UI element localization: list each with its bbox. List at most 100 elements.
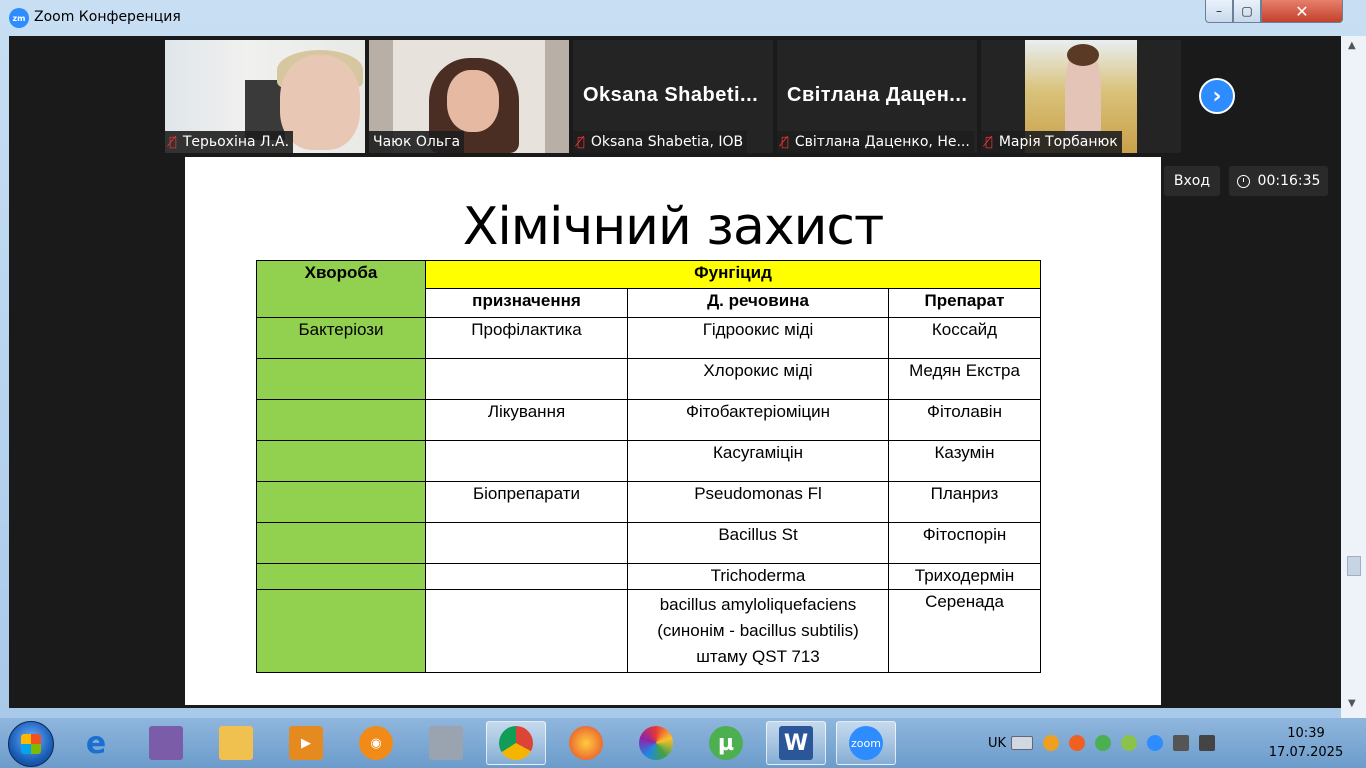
start-button[interactable] (8, 721, 54, 767)
participant-tile[interactable]: Чаюк Ольга (369, 40, 569, 153)
picasa-icon[interactable] (626, 721, 686, 765)
language-indicator[interactable]: UK (988, 736, 1006, 751)
cell-product: Медян Екстра (888, 358, 1041, 400)
cell-purpose: Лікування (425, 399, 628, 441)
cell-substance: Касугаміцін (627, 440, 889, 482)
cell-disease (256, 399, 426, 441)
participant-name: Oksana Shabetia, IOB (590, 134, 744, 150)
cell-substance: Гідроокис міді (627, 317, 889, 359)
ie-icon[interactable]: e (66, 721, 126, 765)
participant-display-name: Oksana Shabeti... (583, 84, 759, 106)
clock-date: 17.07.2025 (1268, 745, 1344, 760)
substance-line: bacillus amyloliquefaciens (659, 595, 857, 614)
participant-name: Терьохіна Л.А. (182, 134, 290, 150)
side-scrollbar[interactable]: ▲ ▼ (1341, 36, 1366, 718)
network-icon[interactable] (1199, 735, 1216, 751)
fungicide-table: Хвороба Фунгіцид призначення Д. речовина… (256, 260, 1041, 673)
save-icon[interactable] (136, 721, 196, 765)
system-tray: UK (988, 718, 1220, 768)
table-row: Хлорокис міді Медян Екстра (256, 358, 1041, 400)
cell-purpose (425, 358, 628, 400)
table-row: Bacillus St Фітоспорін (256, 522, 1041, 564)
chevron-right-icon: › (1212, 83, 1222, 109)
cell-purpose: Біопрепарати (425, 481, 628, 523)
participant-name-bar: 🎙̸ Марія Торбанюк (981, 131, 1122, 153)
cell-product: Фітоспорін (888, 522, 1041, 564)
taskbar: e ▶ ◉ µ W zoom UK 10:39 17.07.2025 (0, 718, 1366, 768)
cell-product: Казумін (888, 440, 1041, 482)
utorrent-icon[interactable]: µ (696, 721, 756, 765)
participant-display-name: Світлана Дацен... (787, 84, 968, 106)
window-controls: – ▢ ✕ (1205, 0, 1343, 24)
cell-disease: Бактеріози (256, 317, 426, 359)
shared-slide: Хімічний захист Хвороба Фунгіцид признач… (185, 157, 1161, 705)
media-icon[interactable]: ▶ (276, 721, 336, 765)
cell-disease (256, 589, 426, 673)
participant-tile[interactable]: 🎙̸ Терьохіна Л.А. (165, 40, 365, 153)
scroll-thumb[interactable] (1347, 556, 1361, 576)
keyboard-icon[interactable] (1011, 736, 1034, 750)
cell-substance: Pseudomonas Fl (627, 481, 889, 523)
volume-muted-icon[interactable] (1173, 735, 1190, 751)
utorrent-tray-icon[interactable] (1095, 735, 1112, 751)
calculator-icon[interactable] (416, 721, 476, 765)
title-bar[interactable]: zm Zoom Конференция – ▢ ✕ (0, 0, 1366, 36)
zoom-tray-icon[interactable] (1147, 735, 1164, 751)
maximize-button[interactable]: ▢ (1233, 0, 1261, 23)
substance-line: (синонім - bacillus subtilis) (657, 621, 859, 640)
cell-purpose (425, 563, 628, 590)
cell-substance: bacillus amyloliquefaciens (синонім - ba… (627, 589, 889, 673)
participant-tile[interactable]: Світлана Дацен... 🎙̸ Світлана Даценко, Н… (777, 40, 977, 153)
next-participants-button[interactable]: › (1199, 78, 1235, 114)
participant-name: Марія Торбанюк (998, 134, 1118, 150)
table-row: Біопрепарати Pseudomonas Fl Планриз (256, 481, 1041, 523)
table-row: Лікування Фітобактеріоміцин Фітолавін (256, 399, 1041, 441)
cell-product: Серенада (888, 589, 1041, 673)
mic-muted-icon: 🎙̸ (985, 134, 993, 150)
window-title: Zoom Конференция (34, 9, 181, 25)
participant-tile[interactable]: 🎙̸ Марія Торбанюк (981, 40, 1181, 153)
firefox-icon[interactable] (556, 721, 616, 765)
cell-disease (256, 481, 426, 523)
cell-substance: Хлорокис міді (627, 358, 889, 400)
participant-name-bar: 🎙̸ Oksana Shabetia, IOB (573, 131, 748, 153)
close-button[interactable]: ✕ (1261, 0, 1343, 23)
cell-disease (256, 440, 426, 482)
mic-muted-icon: 🎙̸ (577, 134, 585, 150)
table-row: Касугаміцін Казумін (256, 440, 1041, 482)
update-icon[interactable] (1043, 735, 1060, 751)
scroll-up-icon[interactable]: ▲ (1348, 40, 1356, 51)
cell-substance: Bacillus St (627, 522, 889, 564)
avast-icon[interactable] (1069, 735, 1086, 751)
system-clock[interactable]: 10:39 17.07.2025 (1264, 724, 1348, 762)
header-fungicide: Фунгіцид (425, 260, 1041, 289)
chrome-icon[interactable] (486, 721, 546, 765)
clock-time: 10:39 (1287, 726, 1325, 741)
mic-muted-icon: 🎙̸ (169, 134, 177, 150)
cell-purpose: Профілактика (425, 317, 628, 359)
exit-button[interactable]: Вход (1164, 166, 1220, 196)
minimize-button[interactable]: – (1205, 0, 1233, 23)
header-disease: Хвороба (256, 260, 426, 318)
table-row: Бактеріози Профілактика Гідроокис міді К… (256, 317, 1041, 359)
folder-icon[interactable] (206, 721, 266, 765)
cell-substance: Trichoderma (627, 563, 889, 590)
zoom-app-icon: zm (9, 8, 29, 28)
participant-tile[interactable]: Oksana Shabeti... 🎙̸ Oksana Shabetia, IO… (573, 40, 773, 153)
participant-name: Світлана Даценко, Не... (794, 134, 970, 150)
clock-icon (1236, 174, 1250, 188)
participant-name-bar: Чаюк Ольга (369, 131, 465, 153)
security-icon[interactable]: ◉ (346, 721, 406, 765)
cell-substance: Фітобактеріоміцин (627, 399, 889, 441)
cell-disease (256, 522, 426, 564)
mic-muted-icon: 🎙̸ (781, 134, 789, 150)
cell-product: Коссайд (888, 317, 1041, 359)
word-icon[interactable]: W (766, 721, 826, 765)
app-tray-icon[interactable] (1121, 735, 1138, 751)
participant-name-bar: 🎙̸ Терьохіна Л.А. (165, 131, 294, 153)
scroll-down-icon[interactable]: ▼ (1348, 698, 1356, 709)
timer-value: 00:16:35 (1257, 173, 1321, 189)
zoom-icon[interactable]: zoom (836, 721, 896, 765)
cell-purpose (425, 522, 628, 564)
cell-purpose (425, 440, 628, 482)
